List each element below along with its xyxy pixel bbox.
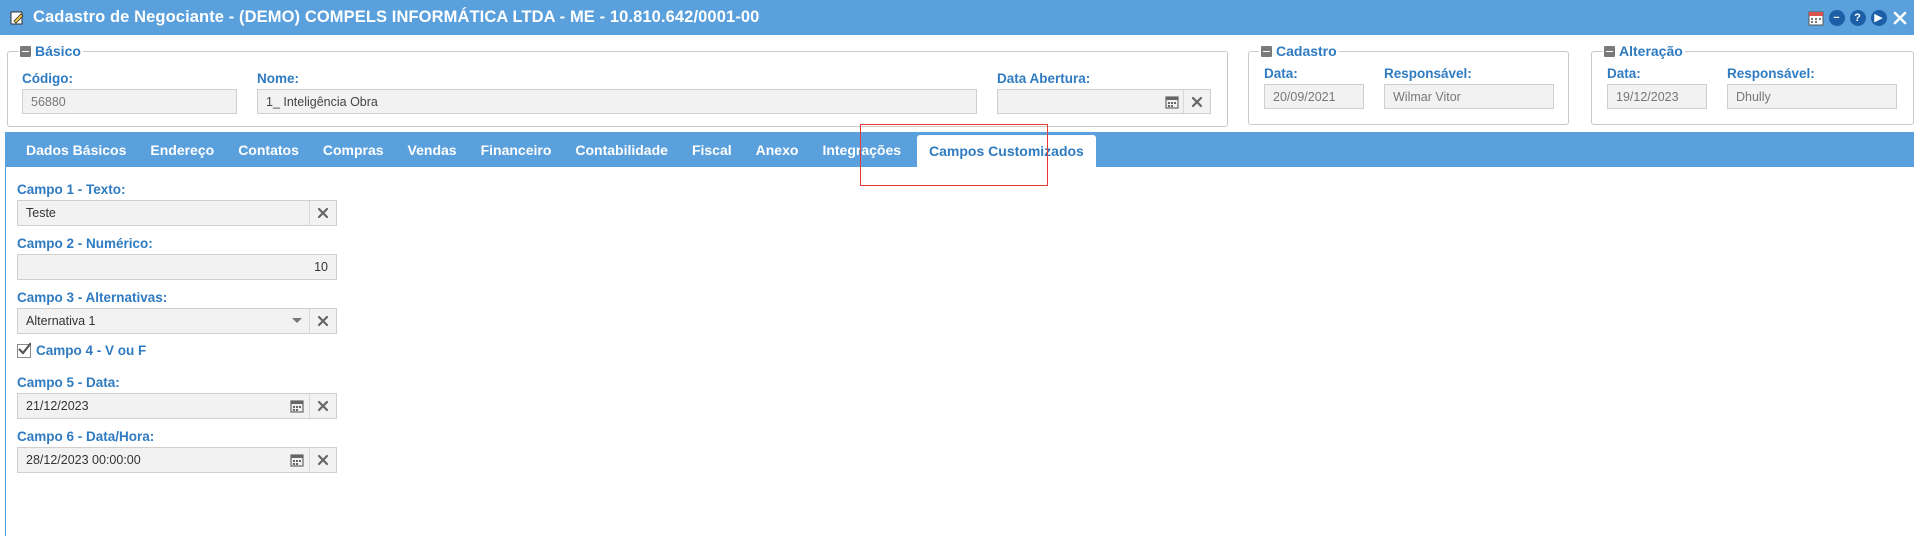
calendar-icon[interactable] bbox=[1160, 90, 1184, 114]
tab-compras[interactable]: Compras bbox=[311, 133, 396, 167]
collapse-icon[interactable] bbox=[1261, 45, 1272, 57]
clear-icon[interactable] bbox=[1185, 90, 1209, 114]
tab-contabilidade[interactable]: Contabilidade bbox=[563, 133, 680, 167]
campo6-field[interactable]: 28/12/2023 00:00:00 bbox=[17, 447, 337, 473]
basico-legend[interactable]: Básico bbox=[18, 43, 83, 59]
collapse-icon[interactable] bbox=[1604, 45, 1615, 57]
play-icon[interactable]: ▶ bbox=[1870, 9, 1887, 26]
campo3-select[interactable]: Alternativa 1 bbox=[17, 308, 337, 334]
campo6-label: Campo 6 - Data/Hora: bbox=[17, 429, 155, 444]
campo3-value: Alternativa 1 bbox=[26, 314, 96, 328]
alteracao-data-label: Data: bbox=[1607, 66, 1641, 81]
cadastro-data-label: Data: bbox=[1264, 66, 1298, 81]
codigo-label: Código: bbox=[22, 71, 73, 86]
tab-endereco[interactable]: Endereço bbox=[138, 133, 226, 167]
alteracao-responsavel-label: Responsável: bbox=[1727, 66, 1815, 81]
campo3-label: Campo 3 - Alternativas: bbox=[17, 290, 168, 305]
window-actions: − ? ▶ bbox=[1807, 9, 1908, 26]
help-icon[interactable]: ? bbox=[1849, 9, 1866, 26]
campo1-field[interactable]: Teste bbox=[17, 200, 337, 226]
campo5-field[interactable]: 21/12/2023 bbox=[17, 393, 337, 419]
alteracao-responsavel-field[interactable]: Dhully bbox=[1727, 84, 1897, 109]
codigo-field[interactable]: 56880 bbox=[22, 89, 237, 114]
cadastro-responsavel-label: Responsável: bbox=[1384, 66, 1472, 81]
tab-content-area bbox=[5, 132, 1914, 536]
nome-field[interactable]: 1_ Inteligência Obra bbox=[257, 89, 977, 114]
campo2-value: 10 bbox=[314, 260, 328, 274]
tab-contatos[interactable]: Contatos bbox=[226, 133, 311, 167]
campo1-label: Campo 1 - Texto: bbox=[17, 182, 126, 197]
tab-anexo[interactable]: Anexo bbox=[744, 133, 811, 167]
calendar-icon[interactable] bbox=[285, 394, 309, 418]
collapse-icon[interactable] bbox=[20, 45, 31, 57]
campo2-label: Campo 2 - Numérico: bbox=[17, 236, 153, 251]
clear-icon[interactable] bbox=[311, 448, 335, 472]
minimize-icon[interactable]: − bbox=[1828, 9, 1845, 26]
campo5-value: 21/12/2023 bbox=[26, 399, 89, 413]
clear-icon[interactable] bbox=[311, 201, 335, 225]
cadastro-data-field[interactable]: 20/09/2021 bbox=[1264, 84, 1364, 109]
cadastro-responsavel-field[interactable]: Wilmar Vitor bbox=[1384, 84, 1554, 109]
chevron-down-icon[interactable] bbox=[285, 309, 309, 333]
close-icon[interactable] bbox=[1891, 9, 1908, 26]
window-title-bar: Cadastro de Negociante - (DEMO) COMPELS … bbox=[0, 0, 1914, 35]
data-abertura-field[interactable] bbox=[997, 89, 1211, 114]
campo5-label: Campo 5 - Data: bbox=[17, 375, 120, 390]
window-title: Cadastro de Negociante - (DEMO) COMPELS … bbox=[33, 8, 760, 26]
cadastro-legend[interactable]: Cadastro bbox=[1259, 43, 1339, 59]
tab-fiscal[interactable]: Fiscal bbox=[680, 133, 744, 167]
clear-icon[interactable] bbox=[311, 394, 335, 418]
tab-integracoes[interactable]: Integrações bbox=[810, 133, 913, 167]
alteracao-legend[interactable]: Alteração bbox=[1602, 43, 1685, 59]
edit-icon bbox=[9, 10, 25, 26]
calendar-icon[interactable] bbox=[1807, 9, 1824, 26]
campo1-value: Teste bbox=[26, 206, 56, 220]
campo4-checkbox-row[interactable]: Campo 4 - V ou F bbox=[17, 341, 147, 358]
campo4-checkbox[interactable] bbox=[17, 341, 31, 358]
campo2-field[interactable]: 10 bbox=[17, 254, 337, 280]
tab-vendas[interactable]: Vendas bbox=[396, 133, 469, 167]
tab-dados-basicos[interactable]: Dados Básicos bbox=[14, 133, 138, 167]
alteracao-data-field[interactable]: 19/12/2023 bbox=[1607, 84, 1707, 109]
tab-bar: Dados Básicos Endereço Contatos Compras … bbox=[5, 132, 1914, 167]
tab-financeiro[interactable]: Financeiro bbox=[469, 133, 564, 167]
clear-icon[interactable] bbox=[311, 309, 335, 333]
campo6-value: 28/12/2023 00:00:00 bbox=[26, 453, 141, 467]
campo4-label: Campo 4 - V ou F bbox=[36, 343, 147, 358]
tab-campos-customizados[interactable]: Campos Customizados bbox=[917, 135, 1096, 167]
nome-label: Nome: bbox=[257, 71, 300, 86]
calendar-icon[interactable] bbox=[285, 448, 309, 472]
data-abertura-label: Data Abertura: bbox=[997, 71, 1091, 86]
